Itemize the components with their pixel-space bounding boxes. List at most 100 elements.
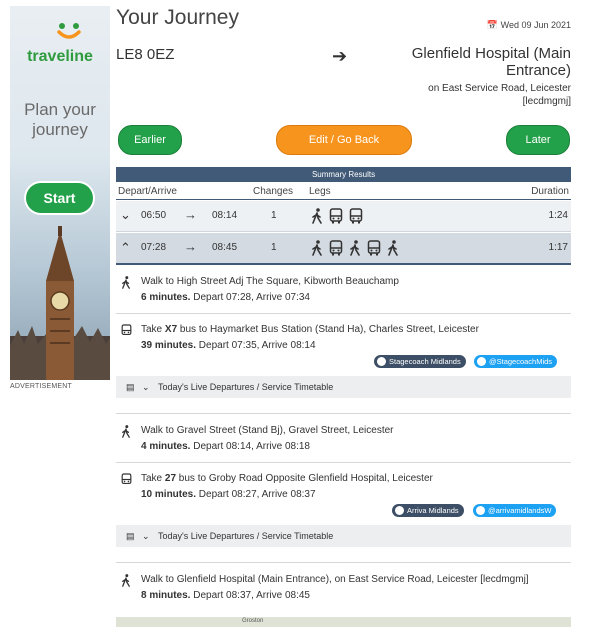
operator-twitter-badge[interactable]: @StagecoachMids — [474, 355, 558, 368]
step-depart-arrive: Depart 07:28, Arrive 07:34 — [190, 292, 310, 303]
step-duration: 4 minutes. — [141, 441, 191, 452]
journey-date-text: Wed 09 Jun 2021 — [500, 20, 571, 30]
bus-icon — [329, 208, 343, 224]
timetable-icon: ▤ — [126, 382, 135, 392]
operator-info-badge[interactable]: Arriva Midlands — [392, 504, 464, 517]
ad-label: ADVERTISEMENT — [10, 383, 72, 390]
ad-tagline: Plan your journey — [24, 100, 96, 139]
summary-column-headers: Depart/Arrive Changes Legs Duration — [116, 185, 571, 200]
bus-icon — [329, 240, 343, 256]
summary-results-heading: Summary Results — [116, 167, 571, 182]
route-number: 27 — [164, 473, 177, 484]
walk-icon — [312, 208, 322, 224]
walk-icon — [312, 240, 322, 256]
col-depart-arrive: Depart/Arrive — [118, 186, 177, 197]
operator-name: Stagecoach Midlands — [389, 357, 461, 366]
chevron-down-icon[interactable]: ⌄ — [120, 207, 131, 223]
bus-icon — [121, 324, 132, 336]
legs-icons — [311, 239, 399, 257]
operator-name: Arriva Midlands — [407, 506, 459, 515]
divider — [116, 462, 571, 463]
map-place-label: Groston — [242, 618, 264, 624]
step-duration: 39 minutes. — [141, 340, 197, 351]
arrive-time: 08:14 — [212, 210, 238, 221]
journey-option-row-selected[interactable]: ⌃ 07:28 → 08:45 1 1:17 — [116, 233, 571, 265]
operator-info-badge[interactable]: Stagecoach Midlands — [374, 355, 466, 368]
arrow-right-icon: → — [184, 207, 197, 222]
page-title: Your Journey — [116, 6, 239, 29]
live-departures-label: Today's Live Departures / Service Timeta… — [158, 531, 334, 541]
walk-icon — [122, 276, 130, 289]
step-instruction: Walk to Glenfield Hospital (Main Entranc… — [141, 574, 529, 585]
step-instruction: Take 27 bus to Groby Road Opposite Glenf… — [141, 473, 433, 484]
destination-address-line1: on East Service Road, Leicester — [428, 83, 571, 94]
step-instruction-pre: Take — [141, 473, 165, 484]
arrive-time: 08:45 — [212, 242, 238, 253]
step-instruction: Take X7 bus to Haymarket Bus Station (St… — [141, 324, 479, 335]
col-changes: Changes — [253, 186, 294, 197]
chevron-up-icon[interactable]: ⌃ — [120, 240, 131, 256]
step-duration: 8 minutes. — [141, 590, 191, 601]
col-duration: Duration — [531, 186, 569, 197]
info-icon — [377, 357, 386, 366]
step-duration: 6 minutes. — [141, 292, 191, 303]
live-departures-toggle[interactable]: ▤ ⌄ Today's Live Departures / Service Ti… — [116, 376, 571, 398]
bus-icon — [121, 473, 132, 485]
walk-icon — [122, 574, 130, 587]
route-map[interactable]: Groston — [116, 617, 571, 627]
edit-go-back-button[interactable]: Edit / Go Back — [276, 125, 412, 155]
walk-icon — [350, 240, 360, 256]
step-times: 39 minutes. Depart 07:35, Arrive 08:14 — [141, 340, 316, 351]
earlier-button[interactable]: Earlier — [118, 125, 182, 155]
step-times: 6 minutes. Depart 07:28, Arrive 07:34 — [141, 292, 310, 303]
step-depart-arrive: Depart 08:37, Arrive 08:45 — [190, 590, 310, 601]
destination-address-line2: [lecdmgmj] — [522, 96, 571, 107]
step-depart-arrive: Depart 08:14, Arrive 08:18 — [190, 441, 310, 452]
arrow-right-icon: ➔ — [332, 46, 348, 66]
step-instruction-post: bus to Haymarket Bus Station (Stand Ha),… — [177, 324, 479, 335]
chevron-down-icon: ⌄ — [142, 382, 150, 392]
step-times: 10 minutes. Depart 08:27, Arrive 08:37 — [141, 489, 316, 500]
duration: 1:17 — [548, 242, 568, 253]
destination: Glenfield Hospital (Main Entrance) — [411, 45, 571, 79]
operator-twitter-badge[interactable]: @arrivamidlandsW — [473, 504, 557, 517]
calendar-icon: 📅 — [486, 20, 499, 30]
step-depart-arrive: Depart 08:27, Arrive 08:37 — [196, 489, 316, 500]
traveline-advert[interactable]: traveline Plan your journey Start — [10, 6, 110, 380]
info-icon — [395, 506, 404, 515]
ad-start-button[interactable]: Start — [26, 183, 93, 213]
legs-icons — [311, 207, 363, 225]
step-instruction-post: bus to Groby Road Opposite Glenfield Hos… — [176, 473, 433, 484]
step-depart-arrive: Depart 07:35, Arrive 08:14 — [196, 340, 316, 351]
live-departures-toggle[interactable]: ▤ ⌄ Today's Live Departures / Service Ti… — [116, 525, 571, 547]
step-times: 4 minutes. Depart 08:14, Arrive 08:18 — [141, 441, 310, 452]
destination-address: on East Service Road, Leicester [lecdmgm… — [428, 82, 571, 108]
walk-icon — [122, 425, 130, 438]
big-ben-illustration — [10, 226, 110, 380]
divider — [116, 413, 571, 414]
changes-count: 1 — [271, 210, 277, 221]
origin: LE8 0EZ — [116, 46, 175, 63]
step-instruction: Walk to High Street Adj The Square, Kibw… — [141, 276, 399, 287]
ad-brand: traveline — [27, 48, 93, 65]
walk-icon — [388, 240, 398, 256]
route-number: X7 — [164, 324, 178, 335]
changes-count: 1 — [271, 242, 277, 253]
arrow-right-icon: → — [184, 239, 197, 254]
col-legs: Legs — [309, 186, 331, 197]
twitter-handle: @StagecoachMids — [489, 357, 553, 366]
twitter-icon — [476, 506, 485, 515]
divider — [116, 313, 571, 314]
journey-date: 📅 Wed 09 Jun 2021 — [487, 20, 571, 31]
step-duration: 10 minutes. — [141, 489, 197, 500]
live-departures-label: Today's Live Departures / Service Timeta… — [158, 382, 334, 392]
twitter-icon — [477, 357, 486, 366]
step-times: 8 minutes. Depart 08:37, Arrive 08:45 — [141, 590, 310, 601]
duration: 1:24 — [548, 210, 568, 221]
smile-logo-icon — [57, 23, 81, 39]
bus-icon — [349, 208, 363, 224]
later-button[interactable]: Later — [506, 125, 570, 155]
journey-option-row[interactable]: ⌄ 06:50 → 08:14 1 1:24 — [116, 201, 571, 232]
twitter-handle: @arrivamidlandsW — [488, 506, 552, 515]
bus-icon — [367, 240, 381, 256]
